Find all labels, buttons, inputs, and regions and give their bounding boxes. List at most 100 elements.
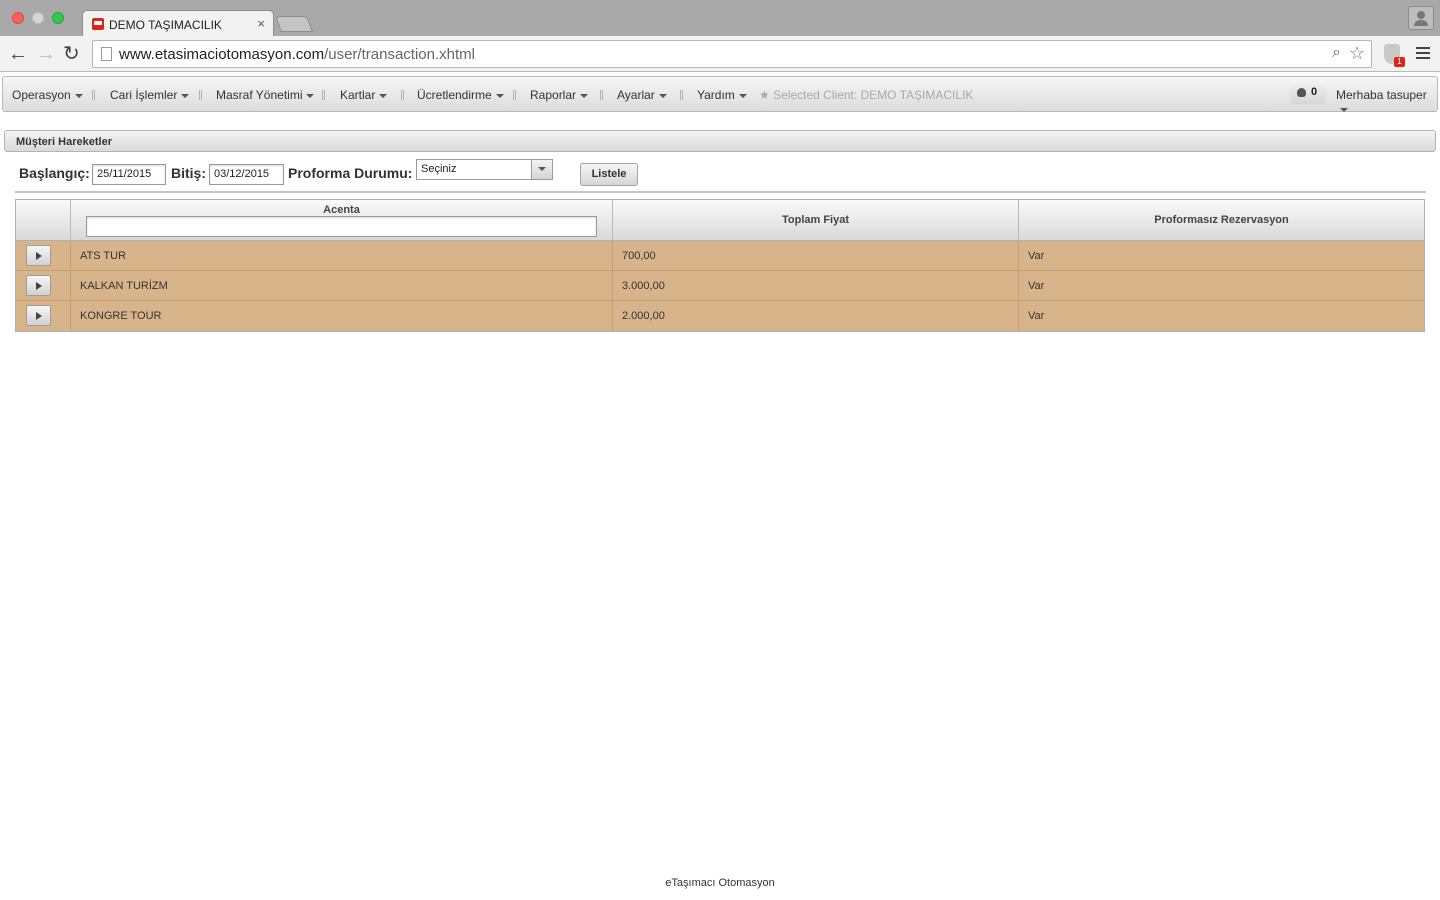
footer-text: eTaşımacı Otomasyon	[665, 877, 775, 889]
cell-toplam-fiyat: 3.000,00	[613, 271, 1019, 301]
proforma-status-select[interactable]: Seçiniz	[416, 159, 553, 180]
reload-icon[interactable]: ↻	[63, 42, 80, 66]
menu-separator	[199, 90, 202, 100]
star-icon: ★	[759, 88, 770, 102]
caret-down-icon	[580, 93, 589, 98]
expander-cell	[16, 271, 71, 301]
end-date-field[interactable]: 03/12/2015	[209, 164, 284, 185]
tab-title: DEMO TAŞIMACILIK	[109, 18, 222, 32]
caret-down-icon	[379, 93, 388, 98]
page-title: Müşteri Hareketler	[16, 136, 112, 148]
acenta-filter-input[interactable]	[86, 216, 597, 237]
list-button[interactable]: Listele	[580, 163, 638, 186]
browser-menu-icon[interactable]	[1416, 47, 1430, 62]
table-header: Acenta Toplam Fiyat Proformasız Rezervas…	[16, 200, 1424, 241]
notification-count: 0	[1311, 86, 1318, 98]
menu-raporlar[interactable]: Raporlar	[530, 88, 589, 102]
cell-acenta: KALKAN TURİZM	[71, 271, 613, 301]
bell-icon	[1297, 88, 1306, 97]
menu-kartlar[interactable]: Kartlar	[340, 88, 388, 102]
divider	[15, 191, 1426, 193]
notification-button[interactable]: 0	[1289, 84, 1327, 104]
menu-ucretlendirme[interactable]: Ücretlendirme	[417, 88, 504, 102]
menu-separator	[513, 90, 516, 100]
table-row: ATS TUR 700,00 Var	[16, 241, 1424, 271]
chevron-down-icon[interactable]	[531, 160, 552, 179]
selected-client-label: Selected Client: DEMO TAŞIMACILIK	[773, 88, 974, 102]
expand-row-icon[interactable]	[26, 275, 51, 296]
table-row: KONGRE TOUR 2.000,00 Var	[16, 301, 1424, 331]
menu-yardim[interactable]: Yardım	[697, 88, 747, 102]
menu-label: Yardım	[697, 88, 735, 102]
window-minimize-button[interactable]	[32, 12, 44, 24]
select-value: Seçiniz	[421, 163, 457, 175]
caret-down-icon	[495, 93, 504, 98]
column-header-toplam-fiyat[interactable]: Toplam Fiyat	[613, 200, 1019, 240]
menu-label: Kartlar	[340, 88, 376, 102]
menu-label: Raporlar	[530, 88, 577, 102]
cell-proformasiz: Var	[1028, 310, 1045, 322]
browser-tab-bar: DEMO TAŞIMACILIK ×	[0, 0, 1440, 37]
url-path: /user/transaction.xhtml	[324, 46, 475, 63]
profile-icon[interactable]	[1408, 6, 1434, 30]
window-maximize-button[interactable]	[52, 12, 64, 24]
menu-cari-islemler[interactable]: Cari İşlemler	[110, 88, 190, 102]
menu-separator	[600, 90, 603, 100]
menu-masraf-yonetimi[interactable]: Masraf Yönetimi	[216, 88, 315, 102]
proforma-status-label: Proforma Durumu:	[288, 165, 413, 181]
caret-down-icon	[658, 93, 667, 98]
back-arrow-icon[interactable]: ←	[8, 42, 28, 66]
menu-ayarlar[interactable]: Ayarlar	[617, 88, 667, 102]
expander-cell	[16, 301, 71, 331]
caret-down-icon	[1340, 107, 1348, 112]
menu-separator	[322, 90, 325, 100]
cell-toplam-fiyat: 700,00	[613, 241, 1019, 271]
caret-down-icon	[738, 93, 747, 98]
end-date-label: Bitiş:	[171, 165, 206, 181]
zoom-search-icon[interactable]: ⌕	[1332, 44, 1341, 62]
extension-badge: 1	[1394, 57, 1405, 67]
app-menubar: Operasyon Cari İşlemler Masraf Yönetimi …	[2, 76, 1438, 112]
selected-client: ★ Selected Client: DEMO TAŞIMACILIK	[759, 88, 973, 102]
menu-separator	[680, 90, 683, 100]
expander-cell	[16, 241, 71, 271]
cell-acenta: KONGRE TOUR	[71, 301, 613, 331]
start-date-field[interactable]: 25/11/2015	[92, 164, 166, 185]
start-date-label: Başlangıç:	[19, 165, 90, 181]
bus-icon	[92, 18, 104, 30]
url-text[interactable]: www.etasimaciotomasyon.com/user/transact…	[119, 46, 475, 63]
browser-tab[interactable]: DEMO TAŞIMACILIK ×	[82, 10, 274, 37]
menu-label: Operasyon	[12, 88, 71, 102]
column-header-acenta[interactable]: Acenta	[71, 200, 613, 240]
cell-toplam-fiyat: 2.000,00	[613, 301, 1019, 331]
menu-operasyon[interactable]: Operasyon	[12, 88, 83, 102]
user-greeting: Merhaba tasuper	[1336, 88, 1427, 102]
expand-row-icon[interactable]	[26, 245, 51, 266]
url-domain: www.etasimaciotomasyon.com	[119, 46, 325, 63]
caret-down-icon	[74, 93, 83, 98]
column-header-proformasiz-rezervasyon[interactable]: Proformasız Rezervasyon	[1019, 200, 1424, 240]
column-label: Proformasız Rezervasyon	[1154, 214, 1289, 226]
tab-close-icon[interactable]: ×	[257, 16, 265, 31]
menu-label: Cari İşlemler	[110, 88, 178, 102]
menu-separator	[92, 90, 95, 100]
window-close-button[interactable]	[12, 12, 24, 24]
menu-label: Masraf Yönetimi	[216, 88, 303, 102]
address-bar[interactable]: www.etasimaciotomasyon.com/user/transact…	[92, 40, 1372, 68]
transactions-table: Acenta Toplam Fiyat Proformasız Rezervas…	[15, 199, 1425, 332]
caret-down-icon	[181, 93, 190, 98]
expand-row-icon[interactable]	[26, 305, 51, 326]
cell-proformasiz: Var	[1028, 280, 1045, 292]
bookmark-star-icon[interactable]: ☆	[1349, 43, 1365, 64]
expander-column-header	[16, 200, 71, 240]
column-label: Acenta	[323, 204, 360, 216]
menu-separator	[401, 90, 404, 100]
table-row: KALKAN TURİZM 3.000,00 Var	[16, 271, 1424, 301]
menu-label: Ayarlar	[617, 88, 655, 102]
panel-header: Müşteri Hareketler	[4, 130, 1436, 152]
user-menu[interactable]: Merhaba tasuper	[1336, 88, 1437, 116]
cell-proformasiz: Var	[1028, 250, 1045, 262]
new-tab-button[interactable]	[275, 16, 313, 32]
forward-arrow-icon[interactable]: →	[36, 42, 56, 66]
menu-label: Ücretlendirme	[417, 88, 492, 102]
